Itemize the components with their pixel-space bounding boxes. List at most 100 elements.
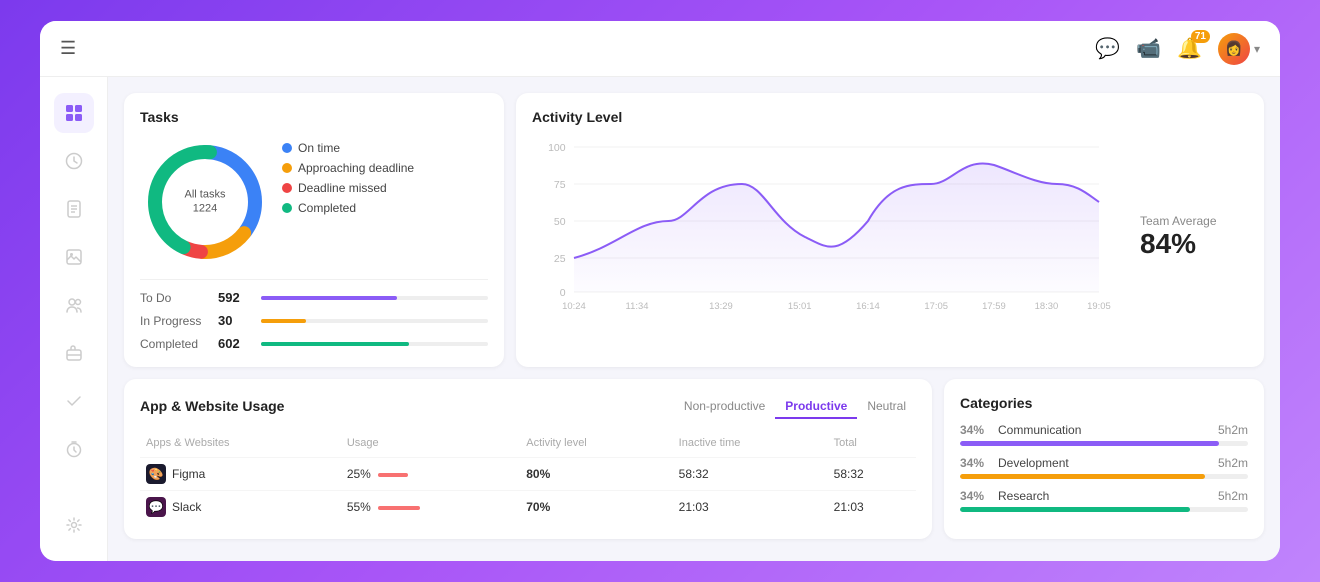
cat-bar-comm-wrap bbox=[960, 441, 1248, 446]
sidebar-item-checklist[interactable] bbox=[54, 381, 94, 421]
col-total: Total bbox=[828, 433, 916, 458]
legend-dot-completed bbox=[282, 203, 292, 213]
cat-item-communication: 34% Communication 5h2m bbox=[960, 423, 1248, 446]
stat-row-inprogress: In Progress 30 bbox=[140, 313, 488, 328]
team-average-section: Team Average 84% bbox=[1128, 137, 1248, 337]
donut-center-label: All tasks 1224 bbox=[173, 188, 238, 217]
chat-icon[interactable]: 💬 bbox=[1095, 36, 1120, 61]
cat-bar-res-wrap bbox=[960, 507, 1248, 512]
cat-time-comm: 5h2m bbox=[1218, 423, 1248, 437]
sidebar-item-document[interactable] bbox=[54, 189, 94, 229]
stat-bar-completed-wrap bbox=[261, 342, 488, 346]
video-icon[interactable]: 📹 bbox=[1136, 36, 1161, 61]
usage-table: Apps & Websites Usage Activity level Ina… bbox=[140, 433, 916, 523]
sidebar-item-image[interactable] bbox=[54, 237, 94, 277]
stat-value-inprogress: 30 bbox=[218, 313, 253, 328]
legend-item-missed: Deadline missed bbox=[282, 181, 414, 195]
top-cards-row: Tasks bbox=[124, 93, 1264, 367]
activity-title: Activity Level bbox=[532, 109, 1248, 125]
col-apps: Apps & Websites bbox=[140, 433, 341, 458]
total-figma: 58:32 bbox=[828, 458, 916, 491]
cat-pct-dev: 34% bbox=[960, 456, 992, 470]
tasks-stats: To Do 592 In Progress 30 bbox=[140, 279, 488, 351]
activity-chart-area: 100 75 50 25 0 10:24 bbox=[532, 137, 1120, 337]
chevron-down-icon: ▾ bbox=[1254, 42, 1260, 56]
sidebar bbox=[40, 77, 108, 561]
svg-text:16:14: 16:14 bbox=[856, 301, 880, 311]
usage-bar-figma bbox=[378, 473, 408, 477]
svg-text:25: 25 bbox=[554, 254, 566, 265]
team-avg-value: 84% bbox=[1140, 228, 1196, 260]
activity-figma: 80% bbox=[520, 458, 672, 491]
donut-chart: All tasks 1224 bbox=[140, 137, 270, 267]
cat-pct-comm: 34% bbox=[960, 423, 992, 437]
col-usage: Usage bbox=[341, 433, 520, 458]
tab-neutral[interactable]: Neutral bbox=[857, 395, 916, 419]
usage-tabs: Non-productive Productive Neutral bbox=[674, 395, 916, 419]
legend-label-approaching: Approaching deadline bbox=[298, 161, 414, 175]
stat-bar-inprogress-wrap bbox=[261, 319, 488, 323]
svg-text:17:59: 17:59 bbox=[982, 301, 1006, 311]
sidebar-item-clock[interactable] bbox=[54, 141, 94, 181]
notification-wrap[interactable]: 🔔 71 bbox=[1177, 36, 1202, 61]
usage-table-header: Apps & Websites Usage Activity level Ina… bbox=[140, 433, 916, 458]
stat-label-todo: To Do bbox=[140, 291, 210, 305]
tasks-card: Tasks bbox=[124, 93, 504, 367]
legend-item-ontime: On time bbox=[282, 141, 414, 155]
inactive-figma: 58:32 bbox=[673, 458, 828, 491]
usage-row-slack: 💬 Slack 55% 70% 21:03 21 bbox=[140, 491, 916, 524]
figma-icon: 🎨 bbox=[146, 464, 166, 484]
activity-inner: 100 75 50 25 0 10:24 bbox=[532, 137, 1248, 337]
topbar-left: ☰ bbox=[60, 38, 76, 59]
legend-dot-approaching bbox=[282, 163, 292, 173]
usage-bar-slack bbox=[378, 506, 420, 510]
menu-icon[interactable]: ☰ bbox=[60, 38, 76, 59]
svg-text:75: 75 bbox=[554, 180, 566, 191]
svg-text:13:29: 13:29 bbox=[709, 301, 733, 311]
tab-productive[interactable]: Productive bbox=[775, 395, 857, 419]
sidebar-item-settings[interactable] bbox=[54, 505, 94, 545]
svg-text:10:24: 10:24 bbox=[562, 301, 586, 311]
categories-title: Categories bbox=[960, 395, 1248, 411]
slack-icon: 💬 bbox=[146, 497, 166, 517]
sidebar-item-users[interactable] bbox=[54, 285, 94, 325]
legend-label-ontime: On time bbox=[298, 141, 340, 155]
total-slack: 21:03 bbox=[828, 491, 916, 524]
activity-card: Activity Level bbox=[516, 93, 1264, 367]
sidebar-item-timer[interactable] bbox=[54, 429, 94, 469]
cat-name-dev: Development bbox=[998, 456, 1212, 470]
usage-title: App & Website Usage bbox=[140, 398, 284, 414]
sidebar-item-briefcase[interactable] bbox=[54, 333, 94, 373]
legend-label-missed: Deadline missed bbox=[298, 181, 387, 195]
app-name-figma: 🎨 Figma bbox=[140, 458, 341, 491]
activity-chart-svg: 100 75 50 25 0 10:24 bbox=[532, 137, 1120, 317]
svg-text:50: 50 bbox=[554, 217, 566, 228]
col-inactive: Inactive time bbox=[673, 433, 828, 458]
activity-slack: 70% bbox=[520, 491, 672, 524]
user-avatar-wrap[interactable]: 👩 ▾ bbox=[1218, 33, 1260, 65]
user-avatar: 👩 bbox=[1218, 33, 1250, 65]
tab-non-productive[interactable]: Non-productive bbox=[674, 395, 775, 419]
tasks-title: Tasks bbox=[140, 109, 488, 125]
tasks-inner: All tasks 1224 On time Approaching deadl… bbox=[140, 137, 488, 267]
svg-text:19:05: 19:05 bbox=[1087, 301, 1111, 311]
cat-bar-dev-wrap bbox=[960, 474, 1248, 479]
sidebar-item-dashboard[interactable] bbox=[54, 93, 94, 133]
svg-text:15:01: 15:01 bbox=[788, 301, 812, 311]
col-activity: Activity level bbox=[520, 433, 672, 458]
app-name-slack: 💬 Slack bbox=[140, 491, 341, 524]
stat-label-completed: Completed bbox=[140, 337, 210, 351]
cat-time-res: 5h2m bbox=[1218, 489, 1248, 503]
cat-pct-res: 34% bbox=[960, 489, 992, 503]
usage-card: App & Website Usage Non-productive Produ… bbox=[124, 379, 932, 539]
stat-row-completed: Completed 602 bbox=[140, 336, 488, 351]
topbar-right: 💬 📹 🔔 71 👩 ▾ bbox=[1095, 33, 1260, 65]
legend-item-completed: Completed bbox=[282, 201, 414, 215]
inactive-slack: 21:03 bbox=[673, 491, 828, 524]
stat-label-inprogress: In Progress bbox=[140, 314, 210, 328]
categories-card: Categories 34% Communication 5h2m bbox=[944, 379, 1264, 539]
stat-value-todo: 592 bbox=[218, 290, 253, 305]
svg-text:11:34: 11:34 bbox=[626, 301, 649, 311]
cat-name-comm: Communication bbox=[998, 423, 1212, 437]
legend-item-approaching: Approaching deadline bbox=[282, 161, 414, 175]
